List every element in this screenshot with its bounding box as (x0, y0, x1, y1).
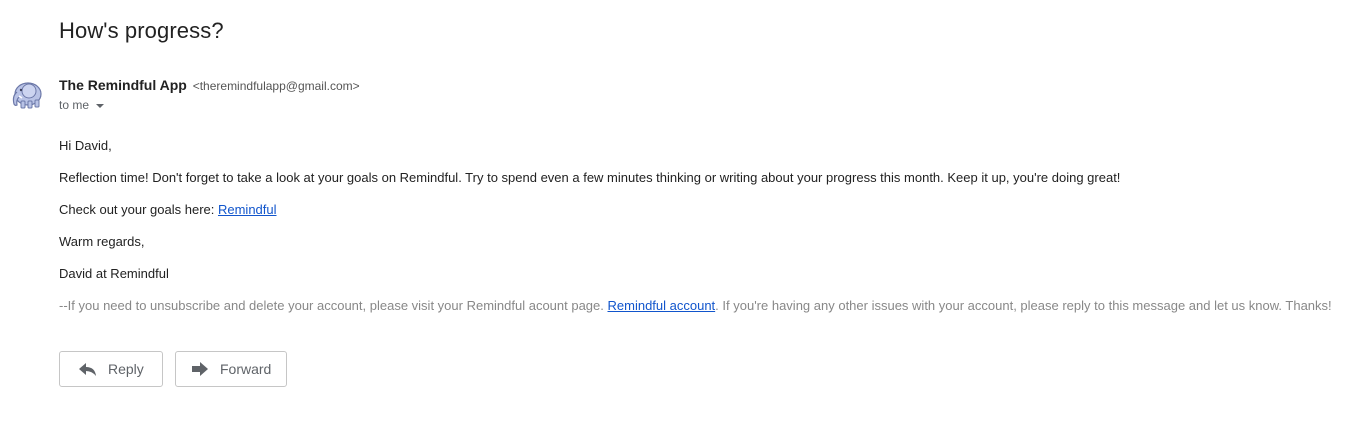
reply-label: Reply (108, 361, 144, 377)
reply-arrow-icon (78, 361, 98, 377)
chevron-down-icon[interactable] (96, 103, 105, 108)
sender-line: The Remindful App <theremindfulapp@gmail… (59, 77, 360, 93)
greeting-text: Hi David, (59, 138, 112, 153)
signature-text: David at Remindful (59, 266, 169, 281)
reply-button[interactable]: Reply (59, 351, 163, 387)
forward-label: Forward (220, 361, 272, 377)
remindful-link[interactable]: Remindful (218, 202, 277, 217)
unsubscribe-note: --If you need to unsubscribe and delete … (59, 298, 1349, 330)
elephant-icon[interactable] (10, 80, 44, 110)
body-paragraph: Reflection time! Don't forget to take a … (59, 170, 1121, 185)
sender-name[interactable]: The Remindful App (59, 77, 187, 93)
sender-email: <theremindfulapp@gmail.com> (192, 79, 360, 93)
forward-button[interactable]: Forward (175, 351, 287, 387)
email-body: Hi David, Reflection time! Don't forget … (59, 138, 1349, 330)
forward-arrow-icon (190, 361, 210, 377)
unsubscribe-note-suffix: . If you're having any other issues with… (715, 298, 1332, 313)
recipient-details-toggle[interactable]: to me (59, 98, 105, 112)
email-view: How's progress? The Remindful App <there… (0, 0, 1357, 437)
closing-text: Warm regards, (59, 234, 145, 249)
unsubscribe-note-prefix: --If you need to unsubscribe and delete … (59, 298, 608, 313)
remindful-account-link[interactable]: Remindful account (608, 298, 716, 313)
email-subject: How's progress? (59, 18, 224, 43)
recipient-label: to me (59, 98, 90, 112)
goals-line: Check out your goals here: Remindful (59, 202, 1349, 234)
goals-line-text: Check out your goals here: (59, 202, 218, 217)
message-actions: Reply Forward (59, 351, 287, 387)
